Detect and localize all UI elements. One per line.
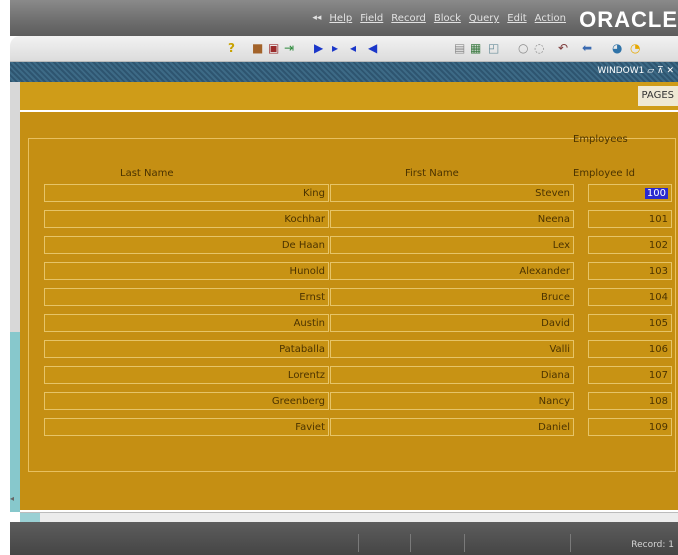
block-title: Employees <box>573 134 628 145</box>
tab-pages[interactable]: PAGES <box>637 86 678 106</box>
record-status: Record: 1 <box>631 540 674 550</box>
status-divider <box>570 534 571 552</box>
employee-id-field[interactable]: 100 <box>588 184 672 202</box>
menu-bar: ◂◂ Help Field Record Block Query Edit Ac… <box>10 0 678 36</box>
last-name-field[interactable]: King <box>44 184 329 202</box>
zoom-icon[interactable]: ◕ <box>612 41 622 55</box>
employee-id-field[interactable]: 102 <box>588 236 672 254</box>
first-name-field[interactable]: Neena <box>330 210 574 228</box>
exit-icon[interactable]: ⇥ <box>284 41 294 55</box>
first-name-field[interactable]: Lex <box>330 236 574 254</box>
column-header-last-name: Last Name <box>120 168 174 179</box>
undo-icon[interactable]: ↶ <box>558 41 568 55</box>
previous-record-icon[interactable]: ◂ <box>350 41 356 55</box>
employee-id-field[interactable]: 109 <box>588 418 672 436</box>
last-name-field[interactable]: Greenberg <box>44 392 329 410</box>
menu-record[interactable]: Record <box>391 13 426 24</box>
first-name-field[interactable]: Diana <box>330 366 574 384</box>
last-name-field[interactable]: Austin <box>44 314 329 332</box>
first-name-field[interactable]: David <box>330 314 574 332</box>
first-name-field[interactable]: Steven <box>330 184 574 202</box>
print-icon[interactable]: ▣ <box>268 41 279 55</box>
find-icon[interactable]: ◰ <box>488 41 499 55</box>
last-name-field[interactable]: Kochhar <box>44 210 329 228</box>
status-divider <box>358 534 359 552</box>
employee-id-field[interactable]: 106 <box>588 340 672 358</box>
status-divider <box>410 534 411 552</box>
window-title-bar: WINDOW1 ▱ ⊼ ✕ <box>10 62 678 82</box>
employee-id-field[interactable]: 105 <box>588 314 672 332</box>
new-record-icon[interactable]: ▤ <box>454 41 465 55</box>
last-name-field[interactable]: Faviet <box>44 418 329 436</box>
toolbar: ? ■ ▣ ⇥ ▶ ▸ ◂ ◀ ▤ ▦ ◰ ○ ◌ ↶ ⬅ ◕ ◔ <box>10 36 678 62</box>
menu-arrow-icon: ◂◂ <box>312 13 322 23</box>
menu-query[interactable]: Query <box>469 13 499 24</box>
back-icon[interactable]: ⬅ <box>582 41 592 55</box>
last-name-field[interactable]: Lorentz <box>44 366 329 384</box>
first-name-field[interactable]: Alexander <box>330 262 574 280</box>
column-header-employee-id: Employee Id <box>573 168 636 179</box>
employee-id-field[interactable]: 101 <box>588 210 672 228</box>
status-bar: Record: 1 <box>10 522 678 555</box>
employee-id-field[interactable]: 103 <box>588 262 672 280</box>
first-name-field[interactable]: Daniel <box>330 418 574 436</box>
first-name-field[interactable]: Valli <box>330 340 574 358</box>
save-icon[interactable]: ■ <box>252 41 263 55</box>
menu-action[interactable]: Action <box>535 13 566 24</box>
canvas: Employees Last Name First Name Employee … <box>20 112 678 510</box>
employee-id-field[interactable]: 104 <box>588 288 672 306</box>
help-icon[interactable]: ? <box>228 41 235 55</box>
status-divider <box>464 534 465 552</box>
first-record-icon[interactable]: ▶ <box>314 41 323 55</box>
left-scroll-thumb[interactable] <box>10 332 20 512</box>
last-record-icon[interactable]: ◀ <box>368 41 377 55</box>
list-icon[interactable]: ○ <box>518 41 528 55</box>
first-name-field[interactable]: Nancy <box>330 392 574 410</box>
employee-id-field[interactable]: 108 <box>588 392 672 410</box>
scroll-left-arrow-icon[interactable]: ◂ <box>10 494 20 504</box>
left-scroll-strip[interactable] <box>10 82 20 512</box>
last-name-field[interactable]: Pataballa <box>44 340 329 358</box>
oracle-forms-window: ◂◂ Help Field Record Block Query Edit Ac… <box>10 0 678 555</box>
last-name-field[interactable]: Ernst <box>44 288 329 306</box>
clear-icon[interactable]: ◌ <box>534 41 544 55</box>
column-header-first-name: First Name <box>405 168 459 179</box>
menu-help[interactable]: Help <box>329 13 352 24</box>
next-record-icon[interactable]: ▸ <box>332 41 338 55</box>
last-name-field[interactable]: De Haan <box>44 236 329 254</box>
window-title: WINDOW1 ▱ ⊼ ✕ <box>597 66 674 76</box>
menu-items: ◂◂ Help Field Record Block Query Edit Ac… <box>312 13 566 24</box>
employee-id-field[interactable]: 107 <box>588 366 672 384</box>
oracle-logo: ORACLE <box>579 7 678 32</box>
menu-block[interactable]: Block <box>434 13 461 24</box>
warning-icon[interactable]: ◔ <box>630 41 640 55</box>
delete-record-icon[interactable]: ▦ <box>470 41 481 55</box>
last-name-field[interactable]: Hunold <box>44 262 329 280</box>
menu-edit[interactable]: Edit <box>507 13 526 24</box>
employee-id-value: 100 <box>644 188 668 199</box>
first-name-field[interactable]: Bruce <box>330 288 574 306</box>
menu-field[interactable]: Field <box>360 13 383 24</box>
tab-row: PAGES <box>20 82 678 112</box>
